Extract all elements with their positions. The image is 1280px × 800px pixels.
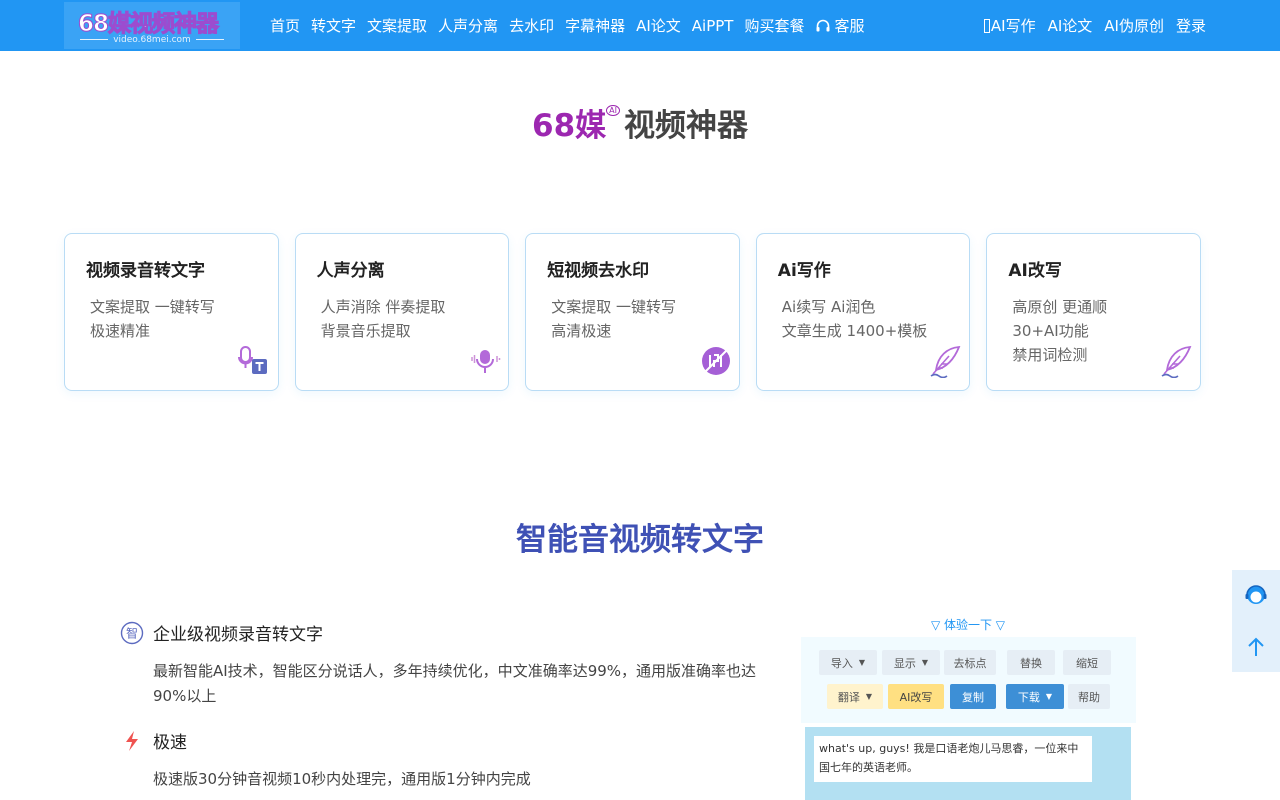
replace-button[interactable]: 替换 [1007, 650, 1055, 675]
ai-writing-icon [983, 18, 990, 33]
import-button[interactable]: 导入 ▼ [819, 650, 877, 675]
display-label: 显示 [893, 656, 916, 670]
site-logo[interactable]: 68媒视频神器 video.68mei.com [64, 2, 240, 49]
hero-rest: 视频神器 [623, 108, 748, 144]
demo-text-area[interactable]: what's up, guys! 我是口语老炮儿马思睿，一位来中国七年的英语老师… [814, 736, 1092, 782]
nav-remove-watermark[interactable]: 去水印 [509, 15, 554, 36]
chevron-down-icon: ▼ [921, 658, 929, 667]
nav-home[interactable]: 首页 [270, 15, 300, 36]
card-line: 30+AI功能 [1012, 322, 1089, 340]
help-button[interactable]: 帮助 [1068, 684, 1110, 709]
chevron-down-icon: ▼ [858, 658, 866, 667]
customer-service-button[interactable] [1232, 570, 1280, 621]
headset-icon [816, 19, 830, 31]
import-label: 导入 [830, 656, 853, 670]
card-title: AI改写 [1008, 261, 1062, 281]
nav-right: AI写作 AI论文 AI伪原创 登录 [983, 0, 1206, 51]
nav-ai-writing[interactable]: AI写作 [983, 15, 1036, 36]
card-line: Ai续写 Ai润色 [781, 298, 876, 316]
demo-hint[interactable]: ▽ 体验一下 ▽ [800, 616, 1136, 633]
chevron-down-icon: ▼ [1045, 692, 1053, 701]
nav-login[interactable]: 登录 [1176, 15, 1206, 36]
logo-subtext: video.68mei.com [64, 35, 240, 45]
main-nav: 首页 转文字 文案提取 人声分离 去水印 字幕神器 AI论文 AiPPT 购买套… [270, 0, 865, 51]
nav-ai-writing-label: AI写作 [990, 17, 1036, 35]
feature-enterprise: 智 企业级视频录音转文字 最新智能AI技术，智能区分说话人，多年持续优化，中文准… [120, 620, 780, 709]
nav-subtitle-tool[interactable]: 字幕神器 [565, 15, 625, 36]
translate-label: 翻译 [837, 690, 860, 704]
shorten-button[interactable]: 缩短 [1063, 650, 1111, 675]
demo-toolbar: 导入 ▼ 显示 ▼ 去标点 替换 缩短 翻译 ▼ AI改写 复制 下载 ▼ 帮助 [801, 637, 1136, 723]
hero-ai-badge: AI [606, 105, 620, 116]
nav-service-label: 客服 [834, 17, 865, 35]
arrow-up-icon [1248, 637, 1264, 656]
floating-panel [1232, 570, 1280, 672]
card-line: 文案提取 一键转写 [551, 298, 676, 316]
remove-punct-button[interactable]: 去标点 [944, 650, 996, 675]
ai-rewrite-button[interactable]: AI改写 [888, 684, 944, 709]
card-title: 视频录音转文字 [86, 261, 205, 281]
zhi-badge-icon: 智 [120, 621, 144, 645]
card-vocal-separation[interactable]: 人声分离 人声消除 伴奏提取 背景音乐提取 [294, 233, 510, 391]
card-ai-rewrite[interactable]: AI改写 高原创 更通顺 30+AI功能 禁用词检测 [986, 233, 1201, 391]
feature-text: 最新智能AI技术，智能区分说话人，多年持续优化，中文准确率达99%，通用版准确率… [153, 662, 757, 705]
support-agent-icon [1245, 584, 1267, 604]
top-navbar: 68媒视频神器 video.68mei.com 首页 转文字 文案提取 人声分离… [0, 0, 1280, 51]
card-title: Ai写作 [777, 261, 831, 281]
card-line: 人声消除 伴奏提取 [320, 298, 446, 316]
card-line: 高清极速 [551, 322, 612, 340]
card-line: 文案提取 一键转写 [90, 298, 215, 316]
nav-ai-paper-right[interactable]: AI论文 [1048, 15, 1093, 36]
card-line: 极速精准 [90, 322, 151, 340]
card-line: 禁用词检测 [1012, 346, 1088, 364]
nav-to-text[interactable]: 转文字 [311, 15, 356, 36]
nav-ai-rewrite[interactable]: AI伪原创 [1104, 15, 1164, 36]
card-line: 背景音乐提取 [320, 322, 411, 340]
feature-title: 企业级视频录音转文字 [153, 625, 323, 645]
card-line: 高原创 更通顺 [1012, 298, 1108, 316]
nav-aippt[interactable]: AiPPT [692, 17, 734, 35]
mic-text-icon [237, 346, 267, 374]
hero-title: 68媒 AI 视频神器 [0, 100, 1280, 145]
card-title: 短视频去水印 [547, 261, 650, 281]
svg-text:智: 智 [126, 625, 138, 640]
feather-pen-icon [930, 345, 961, 378]
watermark-stamp-icon [701, 347, 730, 375]
feather-pen-icon [1161, 345, 1192, 378]
demo-editor: what's up, guys! 我是口语老炮儿马思睿，一位来中国七年的英语老师… [805, 727, 1131, 800]
chevron-down-icon: ▼ [865, 692, 873, 701]
copy-button[interactable]: 复制 [950, 684, 996, 709]
card-ai-writing[interactable]: Ai写作 Ai续写 Ai润色 文章生成 1400+模板 [755, 233, 971, 391]
feature-fast: 极速 极速版30分钟音视频10秒内处理完，通用版1分钟内完成 [120, 728, 780, 792]
card-title: 人声分离 [316, 261, 385, 281]
download-label: 下载 [1017, 690, 1040, 704]
lightning-icon [120, 729, 144, 753]
hero-brand: 68媒 [532, 108, 607, 144]
nav-copy-extract[interactable]: 文案提取 [367, 15, 427, 36]
nav-customer-service[interactable]: 客服 [815, 15, 865, 36]
nav-vocal-separation[interactable]: 人声分离 [438, 15, 498, 36]
feature-cards: 视频录音转文字 文案提取 一键转写 极速精准 人声分离 人声消除 伴奏提取 背景… [64, 233, 1201, 391]
display-button[interactable]: 显示 ▼ [882, 650, 940, 675]
logo-text: 68媒视频神器 [77, 11, 219, 38]
download-button[interactable]: 下载 ▼ [1006, 684, 1064, 709]
card-line: 文章生成 1400+模板 [781, 322, 928, 340]
section-title: 智能音视频转文字 [516, 522, 764, 558]
nav-ai-paper[interactable]: AI论文 [636, 15, 681, 36]
translate-button[interactable]: 翻译 ▼ [827, 684, 883, 709]
card-remove-watermark[interactable]: 短视频去水印 文案提取 一键转写 高清极速 [525, 233, 740, 391]
back-to-top-button[interactable] [1232, 621, 1280, 672]
microphone-icon [471, 350, 501, 373]
nav-buy-plan[interactable]: 购买套餐 [744, 15, 804, 36]
feature-text: 极速版30分钟音视频10秒内处理完，通用版1分钟内完成 [153, 770, 531, 788]
card-video-to-text[interactable]: 视频录音转文字 文案提取 一键转写 极速精准 [64, 233, 279, 391]
feature-title: 极速 [153, 733, 187, 753]
